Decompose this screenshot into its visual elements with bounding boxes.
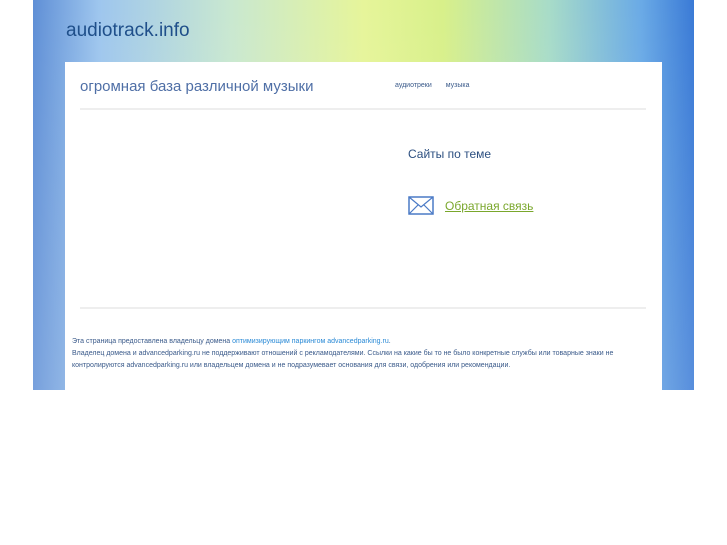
- divider: [80, 307, 646, 309]
- envelope-icon: [408, 196, 434, 215]
- related-sites-heading: Сайты по теме: [408, 147, 492, 161]
- feedback-link[interactable]: Обратная связь: [445, 199, 533, 213]
- footer-text: Владелец домена и advancedparking.ru не …: [72, 350, 614, 369]
- top-nav: аудиотреки музыка: [395, 82, 481, 89]
- feedback: Обратная связь: [408, 196, 533, 215]
- nav-link-music[interactable]: музыка: [446, 82, 470, 89]
- footer-disclaimer: Эта страница предоставлена владельцу дом…: [72, 336, 662, 372]
- site-logo[interactable]: audiotrack.info: [66, 20, 190, 42]
- divider: [80, 108, 646, 110]
- footer-text: Эта страница предоставлена владельцу дом…: [72, 338, 233, 345]
- nav-link-audiotracks[interactable]: аудиотреки: [395, 82, 432, 89]
- footer-text: .: [388, 338, 391, 345]
- advancedparking-link[interactable]: оптимизирующим паркингом advancedparking…: [232, 338, 389, 345]
- tagline: огромная база различной музыки: [80, 78, 314, 95]
